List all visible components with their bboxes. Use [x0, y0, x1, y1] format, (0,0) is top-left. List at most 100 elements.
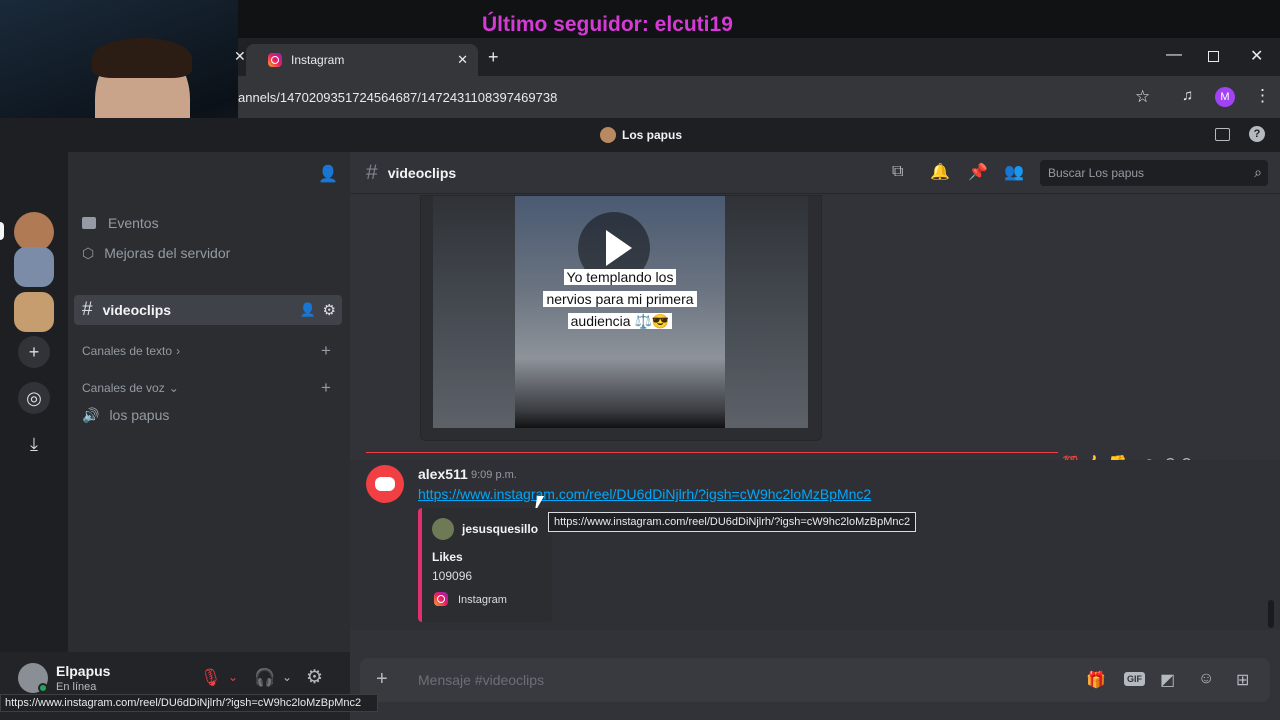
explore-icon[interactable]: ◎ [18, 382, 50, 414]
tab-title: Instagram [291, 53, 345, 67]
server-boosts-item[interactable]: ⬡ Mejoras del servidor [82, 238, 230, 268]
user-status: En línea [56, 681, 97, 693]
close-window-icon[interactable]: ✕ [1250, 46, 1263, 66]
server-title: Los papus [622, 128, 683, 142]
last-follower-overlay: Último seguidor: elcuti19 [482, 13, 733, 36]
attach-plus-icon[interactable]: + [376, 668, 388, 691]
events-label: Eventos [108, 215, 159, 231]
add-text-channel-icon[interactable]: + [321, 341, 331, 361]
media-control-icon[interactable]: ♫ [1182, 87, 1193, 104]
help-icon[interactable]: ? [1249, 126, 1265, 142]
video-caption: Yo templando los nervios para mi primera… [525, 266, 715, 332]
sticker-icon[interactable]: ◩ [1160, 670, 1175, 690]
selected-server-indicator [0, 222, 4, 240]
create-invite-icon[interactable]: 👤 [300, 302, 316, 318]
message-link[interactable]: https://www.instagram.com/reel/DU6dDiNjl… [418, 486, 871, 502]
text-category-label: Canales de texto [82, 344, 173, 358]
bookmark-star-icon[interactable]: ☆ [1135, 87, 1150, 107]
audio-options-chevron-icon[interactable]: ⌄ [282, 670, 292, 684]
mute-mic-icon[interactable]: 🎙 [200, 668, 222, 688]
video-embed: Yo templando los nervios para mi primera… [420, 195, 822, 441]
server-list: + ◎ ⤓ [0, 152, 68, 652]
browser-tab-strip: ✕ Instagram ✕ + — ✕ [234, 38, 1280, 76]
channel-settings-icon[interactable]: ⚙ [323, 301, 336, 319]
caption-line-1: Yo templando los [563, 269, 677, 285]
caption-line-3: audiencia ⚖️😎 [567, 313, 673, 329]
search-icon: ⌕ [1254, 164, 1262, 180]
link-embed: jesusquesillo Likes 109096 Instagram [418, 508, 552, 622]
browser-tab-instagram[interactable]: Instagram ✕ [246, 44, 478, 76]
channel-label: videoclips [102, 302, 172, 318]
message-input[interactable]: Mensaje #videoclips [418, 672, 544, 688]
message-row: alex511 9:09 p.m. https://www.instagram.… [350, 460, 1280, 630]
notifications-bell-icon[interactable]: 🔔 [930, 162, 950, 182]
tab-close-icon[interactable]: ✕ [457, 52, 468, 68]
member-list-icon[interactable]: 👥 [1004, 162, 1024, 182]
search-box[interactable]: Buscar Los papus ⌕ [1040, 160, 1268, 186]
boost-icon: ⬡ [82, 244, 95, 261]
calendar-icon [82, 217, 96, 229]
user-settings-icon[interactable]: ⚙ [306, 666, 323, 689]
download-icon[interactable]: ⤓ [18, 428, 50, 460]
streamer-hair [92, 38, 192, 78]
embed-author-avatar [432, 518, 454, 540]
embed-author[interactable]: jesusquesillo [462, 522, 538, 536]
link-tooltip: https://www.instagram.com/reel/DU6dDiNjl… [548, 512, 917, 532]
threads-icon[interactable]: ⧉ [892, 163, 903, 181]
mic-options-chevron-icon[interactable]: ⌄ [228, 670, 238, 684]
new-tab-icon[interactable]: + [488, 47, 499, 68]
author-avatar[interactable] [366, 465, 404, 503]
pinned-messages-icon[interactable]: 📌 [968, 162, 988, 182]
instagram-icon [268, 53, 282, 67]
tab-close-prev-icon[interactable]: ✕ [234, 48, 246, 65]
inbox-icon[interactable] [1215, 128, 1230, 141]
voice-channel-los-papus[interactable]: 🔊 los papus [82, 400, 169, 430]
apps-icon[interactable]: ⊞ [1236, 670, 1249, 690]
chat-area: # videoclips ⧉ 🔔 📌 👥 Buscar Los papus ⌕ … [350, 152, 1280, 652]
events-item[interactable]: Eventos [82, 208, 159, 238]
online-status-dot [38, 683, 48, 693]
composer-area: + Mensaje #videoclips 🎁 GIF ◩ ☺ ⊞ [350, 652, 1280, 720]
channel-header: # videoclips ⧉ 🔔 📌 👥 Buscar Los papus ⌕ [350, 152, 1280, 194]
browser-status-bar: https://www.instagram.com/reel/DU6dDiNjl… [0, 694, 378, 712]
restore-icon[interactable] [1208, 51, 1219, 62]
scrollbar-thumb[interactable] [1268, 600, 1274, 628]
channel-item-videoclips[interactable]: # videoclips 👤 ⚙ [74, 295, 342, 325]
chevron-down-icon: ⌄ [168, 381, 179, 395]
profile-avatar[interactable]: M [1215, 87, 1235, 107]
play-icon [606, 230, 632, 266]
username[interactable]: Elpapus [56, 663, 110, 679]
browser-toolbar: annels/1470209351724564687/1472431108397… [238, 76, 1280, 118]
boosts-label: Mejoras del servidor [104, 245, 231, 261]
video-player[interactable]: Yo templando los nervios para mi primera… [433, 196, 808, 428]
add-server-icon[interactable]: + [18, 336, 50, 368]
gif-icon[interactable]: GIF [1124, 672, 1145, 686]
browser-menu-icon[interactable]: ⋮ [1254, 86, 1271, 106]
header-channel-name: videoclips [387, 164, 457, 181]
author-name[interactable]: alex511 [418, 466, 468, 482]
voice-category-label: Canales de voz [82, 381, 165, 395]
server-icon-3[interactable] [14, 292, 54, 332]
minimize-icon[interactable]: — [1166, 46, 1182, 64]
embed-field-value: 109096 [432, 569, 473, 583]
server-icon-1[interactable] [14, 212, 54, 252]
embed-field-name: Likes [432, 550, 463, 564]
invite-people-icon[interactable]: 👤 [318, 164, 338, 184]
hash-icon: # [82, 299, 93, 320]
emoji-icon[interactable]: ☺ [1198, 670, 1214, 688]
caption-line-2: nervios para mi primera [543, 291, 697, 307]
speaker-icon: 🔊 [82, 406, 100, 423]
search-placeholder: Buscar Los papus [1048, 166, 1145, 180]
server-title-avatar [600, 127, 616, 143]
headphones-icon[interactable]: 🎧 [254, 668, 275, 688]
add-voice-channel-icon[interactable]: + [321, 378, 331, 398]
text-channels-category[interactable]: Canales de texto › [82, 336, 180, 366]
voice-channels-category[interactable]: Canales de voz ⌄ [82, 373, 179, 403]
server-icon-2[interactable] [14, 247, 54, 287]
voice-channel-label: los papus [109, 407, 170, 423]
gift-icon[interactable]: 🎁 [1086, 670, 1106, 690]
address-bar-url[interactable]: annels/1470209351724564687/1472431108397… [238, 90, 557, 105]
message-timestamp: 9:09 p.m. [471, 469, 517, 481]
discord-logo-icon [375, 477, 395, 491]
embed-instagram-icon [434, 592, 448, 606]
